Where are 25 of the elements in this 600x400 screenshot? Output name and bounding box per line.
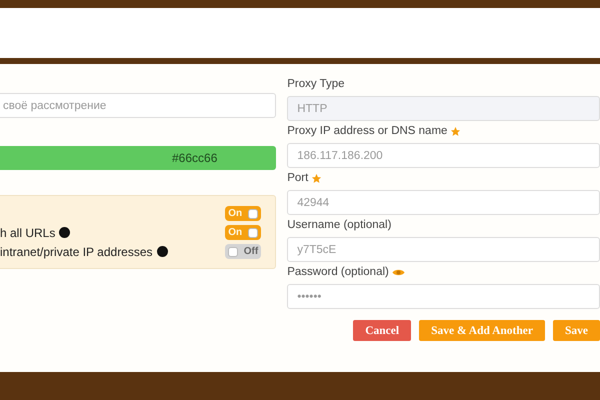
info-icon[interactable] [156, 246, 168, 257]
input-field[interactable]: 42944 [287, 190, 600, 215]
name-field[interactable]: своё рассмотрение [0, 93, 276, 118]
field-label: Proxy IP address or DNS name [287, 125, 448, 137]
field-label: Proxy Type [287, 78, 345, 90]
star-icon [311, 172, 322, 184]
password-field[interactable]: •••••• [287, 284, 600, 309]
star-icon [450, 126, 462, 136]
color-field[interactable]: #66cc66 [0, 146, 276, 170]
info-icon[interactable] [59, 227, 70, 238]
eye-icon[interactable] [392, 268, 405, 276]
option-label: h all URLs [0, 226, 70, 240]
toggle-switch[interactable]: Off [225, 244, 262, 259]
cancel-button[interactable]: Cancel [353, 320, 412, 341]
save-button[interactable]: Save [553, 320, 600, 341]
input-field[interactable]: 186.117.186.200 [287, 143, 600, 168]
field-label: Password (optional) [287, 266, 389, 278]
save-button[interactable]: Save & Add Another [419, 320, 545, 341]
field-label: Username (optional) [287, 219, 392, 231]
select-field[interactable]: HTTP [287, 96, 600, 121]
toggle-switch[interactable]: On [225, 206, 262, 221]
toggle-switch[interactable]: On [225, 225, 262, 240]
input-field[interactable]: y7T5cE [287, 237, 600, 262]
field-label: Port [287, 172, 308, 184]
option-label: intranet/private IP addresses [0, 244, 168, 258]
